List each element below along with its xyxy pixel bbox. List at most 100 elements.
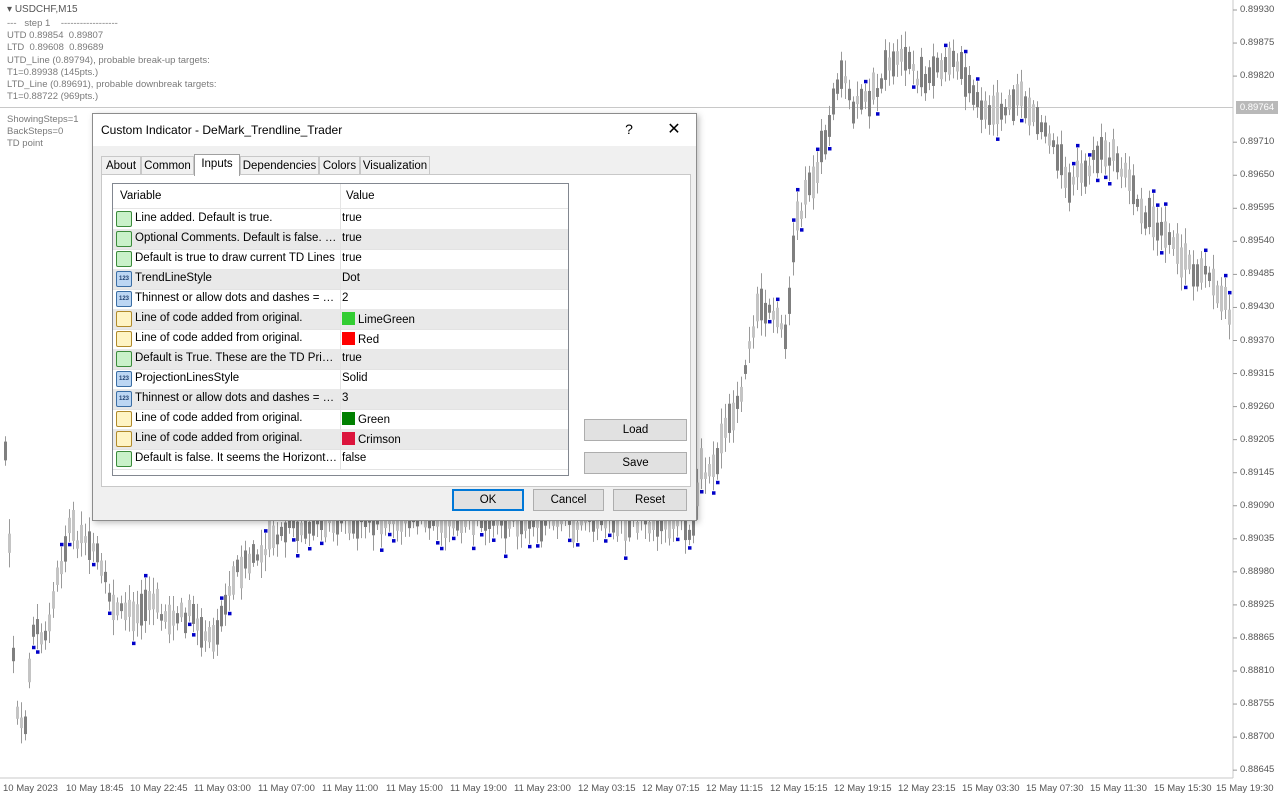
reset-button[interactable]: Reset	[613, 489, 687, 511]
candle-body	[1156, 222, 1159, 241]
color-type-icon	[116, 411, 132, 427]
tab-inputs[interactable]: Inputs	[194, 154, 240, 176]
row-value[interactable]: false	[342, 452, 366, 464]
candle-body	[872, 72, 875, 100]
candle-body	[216, 620, 219, 645]
price-label: 0.89540	[1240, 235, 1275, 247]
candle-body	[196, 618, 199, 631]
candle-body	[36, 619, 39, 635]
column-divider[interactable]	[340, 184, 341, 208]
candle-body	[816, 162, 819, 183]
candle-body	[884, 50, 887, 80]
row-value-text: true	[342, 352, 362, 364]
candle-body	[860, 88, 863, 110]
row-value[interactable]: true	[342, 352, 362, 364]
td-point-marker	[864, 79, 868, 84]
column-header-value[interactable]: Value	[346, 190, 375, 202]
candle-body	[308, 521, 311, 534]
td-point-marker	[944, 43, 948, 48]
row-value[interactable]: true	[342, 232, 362, 244]
candle-body	[720, 423, 723, 454]
grid-row[interactable]: 123 TrendLineStyle Dot	[113, 269, 568, 290]
grid-row[interactable]: 123 Thinnest or allow dots and dashes = 0…	[113, 389, 568, 410]
collapse-triangle-icon[interactable]: ▾	[7, 4, 12, 15]
ok-button[interactable]: OK	[452, 489, 524, 511]
grid-row[interactable]: Line of code added from original. Red	[113, 329, 568, 350]
candle-body	[128, 599, 131, 617]
time-label: 12 May 07:15	[642, 783, 700, 794]
candle-body	[948, 47, 951, 75]
row-value[interactable]: true	[342, 212, 362, 224]
candle-body	[708, 464, 711, 477]
tab-dependencies[interactable]: Dependencies	[240, 156, 319, 175]
grid-row[interactable]: Default is false. It seems the Horizonta…	[113, 449, 568, 470]
row-divider	[340, 349, 341, 369]
td-point-marker	[1184, 285, 1188, 290]
grid-row[interactable]: Default is True. These are the TD Price …	[113, 349, 568, 370]
candle-body	[804, 179, 807, 205]
grid-row[interactable]: 123 ProjectionLinesStyle Solid	[113, 369, 568, 390]
row-value[interactable]: LimeGreen	[342, 312, 415, 326]
tab-about[interactable]: About	[101, 156, 141, 175]
candle-body	[788, 287, 791, 314]
row-value[interactable]: 3	[342, 392, 348, 404]
row-value[interactable]: Red	[342, 332, 379, 346]
candle-body	[264, 549, 267, 556]
candle-body	[1100, 137, 1103, 160]
row-value[interactable]: Dot	[342, 272, 360, 284]
candle-body	[208, 627, 211, 643]
candle-body	[732, 402, 735, 431]
candle-body	[1060, 144, 1063, 176]
row-divider	[340, 369, 341, 389]
load-button[interactable]: Load	[584, 419, 687, 441]
candle-body	[244, 550, 247, 569]
candle-body	[944, 57, 947, 73]
candle-body	[528, 520, 531, 529]
row-variable: ProjectionLinesStyle	[135, 372, 240, 384]
row-variable: Line of code added from original.	[135, 332, 303, 344]
candle-body	[1200, 258, 1203, 283]
td-point-marker	[132, 641, 136, 646]
candle-body	[960, 51, 963, 79]
tab-common[interactable]: Common	[141, 156, 194, 175]
candle-body	[740, 386, 743, 402]
inputs-grid[interactable]: Variable Value Line added. Default is tr…	[112, 183, 569, 476]
td-point-marker	[436, 541, 440, 545]
td-point-marker	[308, 546, 312, 551]
grid-row[interactable]: Line of code added from original. Crimson	[113, 429, 568, 450]
help-icon[interactable]: ?	[622, 121, 636, 137]
save-button[interactable]: Save	[584, 452, 687, 474]
tab-visualization[interactable]: Visualization	[360, 156, 430, 175]
grid-row[interactable]: 123 Thinnest or allow dots and dashes = 0…	[113, 289, 568, 310]
row-value[interactable]: true	[342, 252, 362, 264]
column-header-variable[interactable]: Variable	[120, 190, 161, 202]
color-type-icon	[116, 431, 132, 447]
row-value[interactable]: Crimson	[342, 432, 401, 446]
candle-body	[348, 521, 351, 534]
custom-indicator-dialog: Custom Indicator - DeMark_Trendline_Trad…	[92, 113, 697, 521]
td-point-marker	[1104, 175, 1108, 180]
boolean-type-icon	[116, 231, 132, 247]
grid-row[interactable]: Line of code added from original. LimeGre…	[113, 309, 568, 330]
chart-symbol-title[interactable]: ▾ USDCHF,M15	[7, 4, 78, 15]
candle-body	[220, 605, 223, 627]
row-value-text: 3	[342, 392, 349, 404]
close-icon[interactable]: ✕	[663, 119, 685, 139]
row-value[interactable]: Green	[342, 412, 390, 426]
candle-body	[1056, 144, 1059, 171]
cancel-button[interactable]: Cancel	[533, 489, 604, 511]
time-label: 12 May 11:15	[706, 783, 763, 794]
candle-body	[1132, 175, 1135, 205]
time-label: 11 May 07:00	[258, 783, 315, 794]
candle-body	[1068, 172, 1071, 203]
grid-row[interactable]: Optional Comments. Default is false. Org…	[113, 229, 568, 250]
tab-colors[interactable]: Colors	[319, 156, 360, 175]
dialog-titlebar[interactable]: Custom Indicator - DeMark_Trendline_Trad…	[93, 114, 696, 146]
row-value[interactable]: 2	[342, 292, 348, 304]
row-value[interactable]: Solid	[342, 372, 368, 384]
row-value-text: 2	[342, 292, 349, 304]
candle-body	[1124, 162, 1127, 178]
grid-row[interactable]: Line of code added from original. Green	[113, 409, 568, 430]
grid-row[interactable]: Default is true to draw current TD Lines…	[113, 249, 568, 270]
grid-row[interactable]: Line added. Default is true. true	[113, 209, 568, 230]
